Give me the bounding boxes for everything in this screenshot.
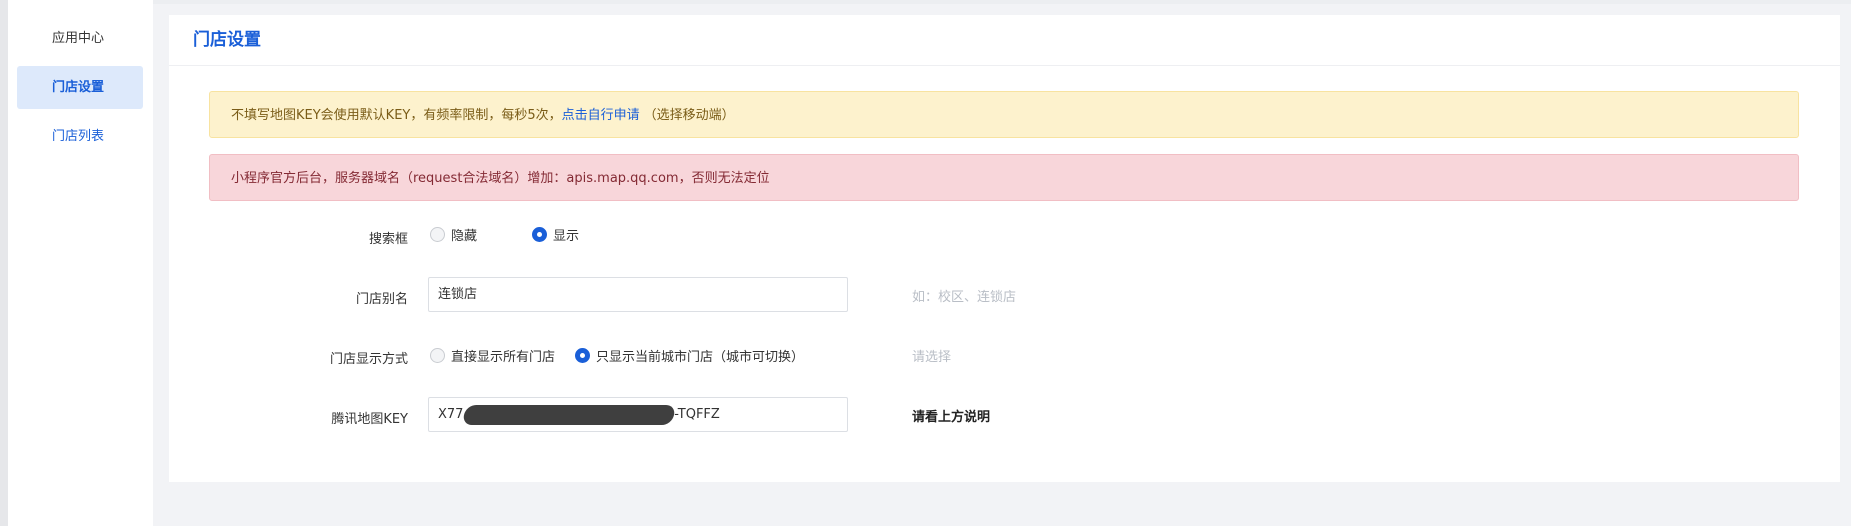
map-key-warning-alert: 不填写地图KEY会使用默认KEY，有频率限制，每秒5次，点击自行申请 （选择移动端… <box>209 91 1799 138</box>
radio-checked-icon <box>532 227 547 242</box>
map-key-input[interactable]: X77 3-TQFFZ <box>428 397 848 432</box>
settings-panel: 门店设置 不填写地图KEY会使用默认KEY，有频率限制，每秒5次，点击自行申请（… <box>169 15 1840 482</box>
map-key-value-prefix: X77 <box>438 407 464 422</box>
divider <box>169 65 1840 66</box>
radio-unchecked-icon <box>430 348 445 363</box>
radio-show-city-stores[interactable]: 只显示当前城市门店（城市可切换） <box>575 346 804 365</box>
danger-text: 小程序官方后台，服务器域名（request合法域名）增加：apis.map.qq… <box>231 171 770 186</box>
search-box-label: 搜索框 <box>368 232 408 247</box>
radio-unchecked-icon <box>430 227 445 242</box>
radio-show-all-stores[interactable]: 直接显示所有门店 <box>430 346 555 365</box>
radio-label: 只显示当前城市门店（城市可切换） <box>596 350 805 365</box>
warning-suffix: （选择移动端） <box>643 108 735 123</box>
store-alias-label: 门店别名 <box>355 292 408 307</box>
radio-checked-icon <box>575 348 590 363</box>
sidebar-item-store-settings[interactable]: 门店设置 <box>17 66 143 109</box>
topbar-shadow <box>153 0 1851 4</box>
radio-label: 隐藏 <box>451 229 478 244</box>
redaction-mark <box>461 405 677 425</box>
radio-label: 直接显示所有门店 <box>451 350 556 365</box>
map-key-label: 腾讯地图KEY <box>331 412 408 427</box>
sidebar-item-store-list[interactable]: 门店列表 <box>17 115 143 158</box>
sidebar: 应用中心 门店设置 门店列表 <box>8 0 153 526</box>
radio-search-show[interactable]: 显示 <box>532 225 579 244</box>
store-alias-input[interactable]: 连锁店 <box>428 277 848 312</box>
page-title: 门店设置 <box>193 30 261 50</box>
left-edge <box>0 0 8 526</box>
warning-text: 不填写地图KEY会使用默认KEY，有频率限制，每秒5次， <box>231 108 562 123</box>
domain-notice-alert: 小程序官方后台，服务器域名（request合法域名）增加：apis.map.qq… <box>209 154 1799 201</box>
store-alias-value: 连锁店 <box>438 287 478 302</box>
map-key-hint: 请看上方说明 <box>912 410 991 425</box>
sidebar-item-app-center[interactable]: 应用中心 <box>17 17 143 60</box>
apply-key-link[interactable]: 点击自行申请 <box>562 108 640 123</box>
display-mode-hint: 请选择 <box>912 350 952 365</box>
display-mode-label: 门店显示方式 <box>329 352 408 367</box>
radio-label: 显示 <box>553 229 580 244</box>
radio-search-hide[interactable]: 隐藏 <box>430 225 477 244</box>
store-alias-hint: 如：校区、连锁店 <box>912 290 1017 305</box>
